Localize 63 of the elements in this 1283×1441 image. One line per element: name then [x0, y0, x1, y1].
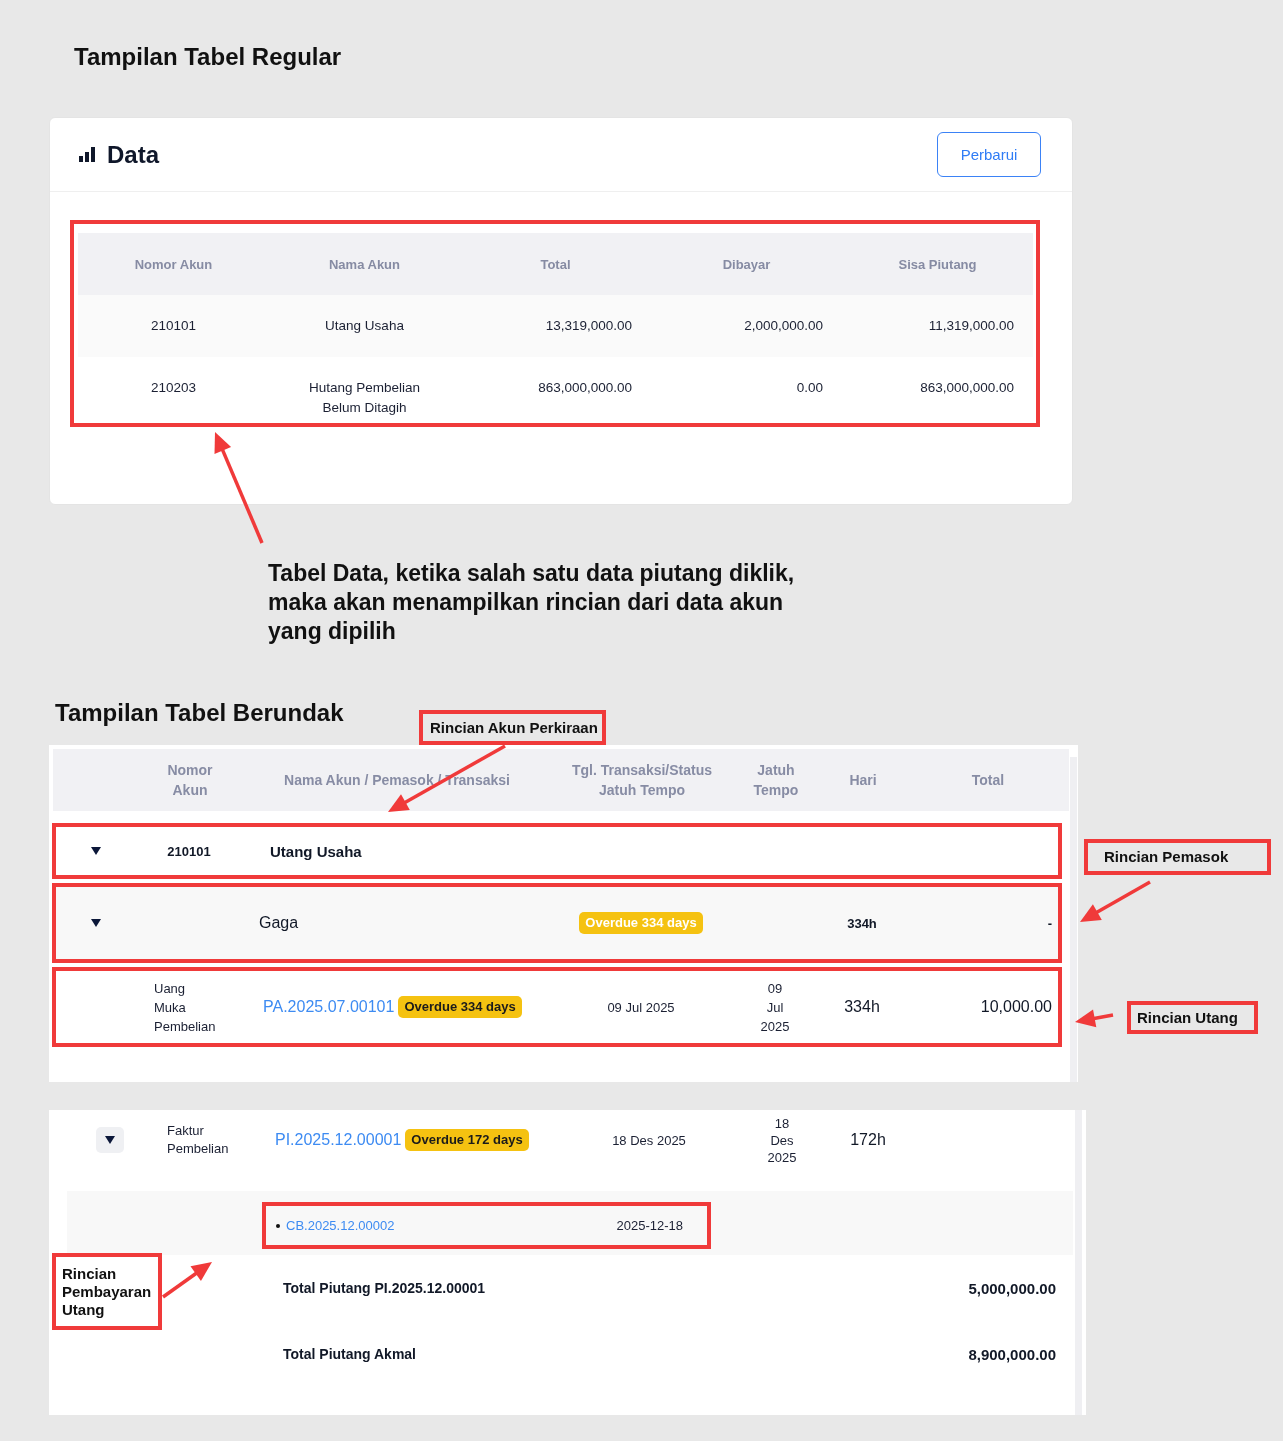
bar-chart-icon — [79, 147, 95, 162]
payment-link[interactable]: CB.2025.12.00002 — [286, 1218, 395, 1233]
table-cell: 0.00 — [796, 380, 823, 395]
arrow — [1080, 880, 1151, 922]
supplier-name: Gaga — [259, 914, 299, 932]
column-header: Hari — [849, 771, 877, 790]
column-header: Sisa Piutang — [898, 256, 977, 272]
total-label: Total Piutang Akmal — [283, 1346, 416, 1362]
table-cell: 863,000,000.00 — [920, 380, 1014, 395]
section-heading: Tampilan Tabel Regular — [74, 43, 342, 71]
total-value: 10,000.00 — [980, 998, 1052, 1016]
refresh-button[interactable]: Perbarui — [937, 132, 1041, 177]
due-date: 18 Des 2025 — [767, 1114, 797, 1166]
table-cell: 2,000,000.00 — [744, 318, 823, 333]
status-badge: Overdue 172 days — [405, 1129, 529, 1151]
column-header: Jatuh Tempo — [752, 761, 800, 800]
card-title: Data — [107, 140, 160, 169]
column-header: Total — [540, 256, 571, 272]
transaction-date: 18 Des 2025 — [612, 1132, 686, 1148]
account-number: 210101 — [167, 843, 211, 859]
column-header: Dibayar — [722, 256, 771, 272]
annotation-text: Tabel Data, ketika salah satu data piutang diklik, maka akan menampilkan rincian dari data akun yang dipilih — [268, 559, 796, 646]
total-amount: 8,900,000.00 — [968, 1345, 1056, 1363]
table-cell-text: Hutang Pembelian Belum Ditagih — [307, 379, 422, 417]
column-header: Nomor Akun — [134, 256, 213, 272]
bullet-icon — [276, 1223, 280, 1228]
days-value: 172h — [850, 1131, 886, 1149]
expand-button[interactable] — [96, 1127, 124, 1153]
payment-date: 2025-12-18 — [616, 1218, 683, 1233]
table-cell: 210203 — [150, 380, 197, 395]
table-cell: 13,319,000.00 — [545, 318, 632, 333]
column-header: Nomor Akun — [166, 761, 214, 800]
column-header: Tgl. Transaksi/Status Jatuh Tempo — [570, 761, 714, 800]
account-name: Utang Usaha — [270, 842, 362, 860]
status-badge: Overdue 334 days — [398, 996, 522, 1018]
table-cell: 863,000,000.00 — [538, 380, 632, 395]
callout-label: Rincian Utang — [1127, 1001, 1258, 1034]
arrow — [162, 1262, 212, 1299]
due-date: 09 Jul 2025 — [760, 979, 790, 1036]
callout-label: Rincian Pembayaran Utang — [52, 1253, 162, 1330]
column-header: Nama Akun — [328, 256, 400, 272]
status-badge: Overdue 334 days — [579, 912, 703, 934]
table-cell: 11,319,000.00 — [928, 318, 1014, 333]
transaction-date: 09 Jul 2025 — [607, 999, 675, 1015]
document-link[interactable]: PA.2025.07.00101 — [263, 998, 395, 1016]
days-value: 334h — [847, 915, 877, 931]
days-value: 334h — [844, 998, 880, 1016]
document-link[interactable]: PI.2025.12.00001 — [275, 1131, 402, 1149]
transaction-type: Uang Muka Pembelian — [154, 979, 216, 1036]
callout-label: Rincian Pemasok — [1084, 839, 1271, 875]
section-heading: Tampilan Tabel Berundak — [55, 699, 344, 727]
callout-label: Rincian Akun Perkiraan — [419, 710, 606, 745]
caret-icon[interactable] — [91, 847, 101, 855]
column-header: Total — [971, 771, 1005, 790]
total-amount: 5,000,000.00 — [968, 1279, 1056, 1297]
table-cell-text: Utang Usaha — [325, 317, 404, 335]
caret-icon[interactable] — [91, 919, 101, 927]
total-label: Total Piutang PI.2025.12.00001 — [283, 1280, 486, 1296]
table-cell: 210101 — [150, 318, 197, 333]
transaction-type: Faktur Pembelian — [167, 1122, 229, 1158]
scrollbar-track[interactable] — [1070, 757, 1077, 1082]
total-value: - — [1047, 915, 1052, 931]
arrow — [1075, 1009, 1114, 1028]
